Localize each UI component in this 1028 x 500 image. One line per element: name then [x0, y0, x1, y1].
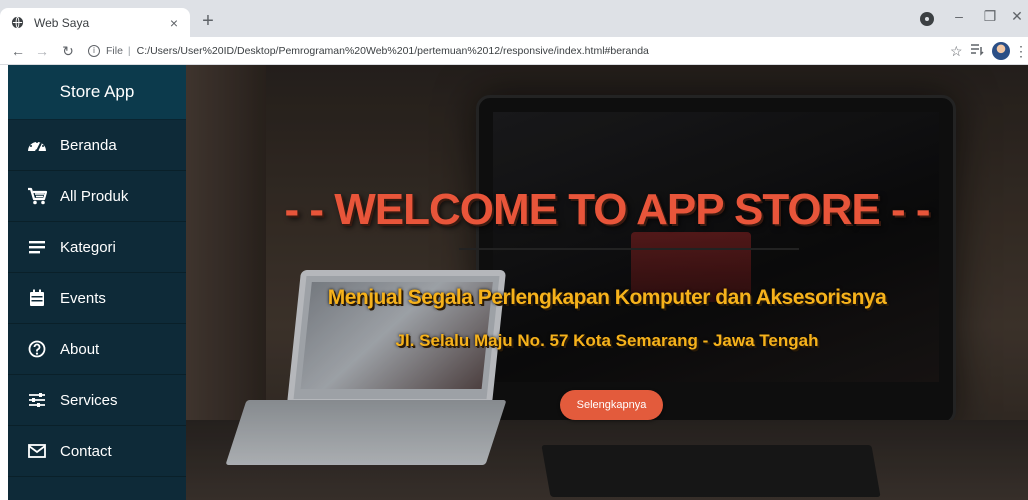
sidebar-item-label: All Produk [60, 187, 129, 205]
address-url[interactable]: C:/Users/User%20ID/Desktop/Pemrograman%2… [137, 45, 649, 57]
minimize-icon[interactable]: – [947, 6, 971, 26]
info-icon[interactable]: i [88, 45, 100, 57]
address-scheme: File [106, 45, 123, 57]
calendar-icon [26, 288, 48, 308]
tab-title: Web Saya [34, 15, 90, 30]
new-tab-button[interactable]: + [198, 11, 218, 32]
sidebar-item-contact[interactable]: Contact [8, 426, 186, 477]
hero-subtitle: Menjual Segala Perlengkapan Komputer dan… [327, 286, 887, 309]
sidebar-item-label: Contact [60, 442, 112, 460]
menu-icon[interactable]: ⋮ [1014, 42, 1028, 60]
back-icon[interactable]: ← [8, 41, 28, 61]
help-circle-icon [26, 339, 48, 359]
reload-icon[interactable]: ↻ [58, 41, 78, 61]
web-page: Store App Beranda All Produk Kategori Ev… [0, 65, 1028, 500]
selengkapnya-button[interactable]: Selengkapnya [560, 390, 663, 420]
window-close-icon[interactable]: ✕ [1005, 6, 1028, 26]
sidebar-item-about[interactable]: About [8, 324, 186, 375]
hero-overlay [186, 65, 1028, 500]
sidebar-item-services[interactable]: Services [8, 375, 186, 426]
address-bar[interactable]: i File | C:/Users/User%20ID/Desktop/Pemr… [88, 41, 948, 61]
profile-icon[interactable] [992, 42, 1010, 60]
browser-tabstrip: Web Saya × + – ❐ ✕ [0, 0, 1028, 37]
media-indicator-icon[interactable] [920, 12, 934, 26]
sidebar-item-kategori[interactable]: Kategori [8, 222, 186, 273]
sidebar-item-all-produk[interactable]: All Produk [8, 171, 186, 222]
cart-icon [26, 186, 48, 206]
star-icon[interactable]: ☆ [950, 42, 963, 60]
bars-icon [26, 237, 48, 257]
mail-icon [26, 441, 48, 461]
hero-title: - - WELCOME TO APP STORE - - [284, 185, 930, 234]
brand-title[interactable]: Store App [8, 65, 186, 120]
hero-address: Jl. Selalu Maju No. 57 Kota Semarang - J… [395, 331, 819, 350]
sidebar-item-label: Services [60, 391, 118, 409]
dashboard-icon [26, 135, 48, 155]
globe-icon [10, 16, 24, 30]
sidebar: Store App Beranda All Produk Kategori Ev… [8, 65, 186, 500]
sidebar-item-events[interactable]: Events [8, 273, 186, 324]
sliders-icon [26, 390, 48, 410]
sidebar-item-label: About [60, 340, 100, 358]
hero-section: - - WELCOME TO APP STORE - - Menjual Seg… [186, 65, 1028, 500]
browser-tab[interactable]: Web Saya × [0, 8, 190, 37]
sidebar-item-label: Kategori [60, 238, 116, 256]
address-separator: | [127, 45, 131, 57]
reading-list-icon[interactable] [970, 42, 984, 60]
browser-toolbar: ← → ↻ i File | C:/Users/User%20ID/Deskto… [0, 37, 1028, 65]
sidebar-item-beranda[interactable]: Beranda [8, 120, 186, 171]
hero-divider [459, 248, 799, 250]
tab-close-icon[interactable]: × [166, 15, 182, 31]
sidebar-item-label: Events [60, 289, 106, 307]
maximize-icon[interactable]: ❐ [978, 6, 1002, 26]
sidebar-item-label: Beranda [60, 136, 117, 154]
forward-icon[interactable]: → [32, 41, 52, 61]
